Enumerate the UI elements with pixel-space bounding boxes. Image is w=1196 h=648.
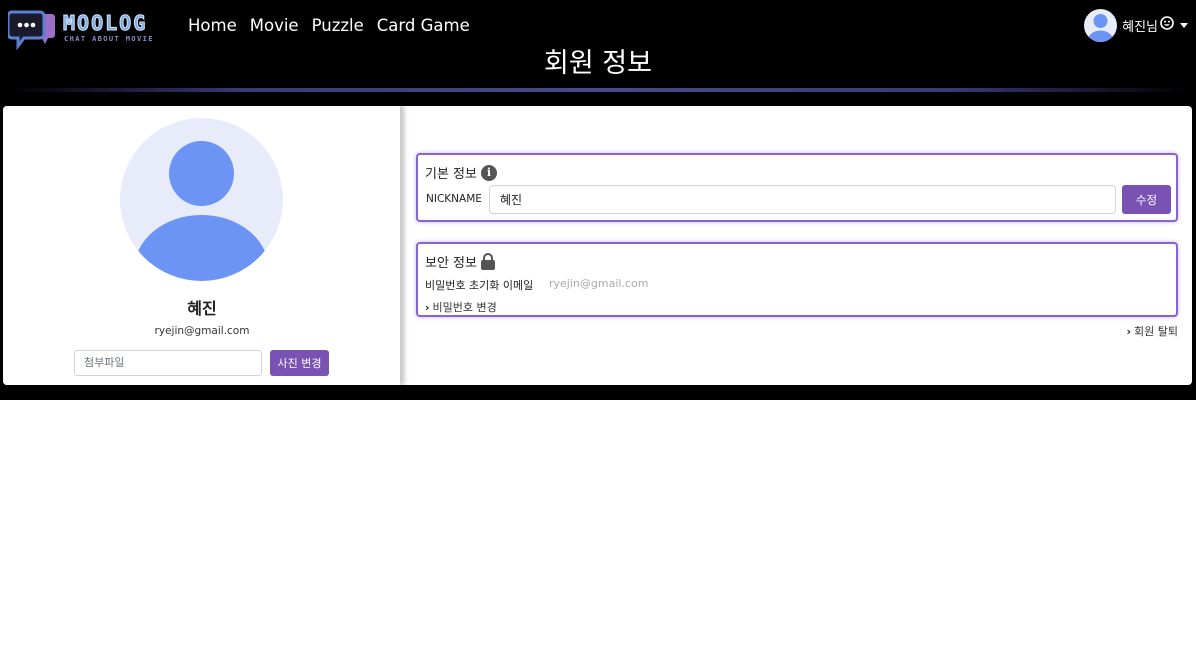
page-title: 회원 정보	[544, 48, 652, 79]
nickname-input[interactable]	[489, 185, 1116, 214]
change-photo-button[interactable]: 사진 변경	[270, 350, 329, 376]
profile-card: 혜진 ryejin@gmail.com 첨부파일 사진 변경 기본 정보 i N…	[3, 106, 1192, 385]
user-menu-dropdown[interactable]: 혜진님	[1084, 8, 1188, 42]
info-icon: i	[480, 164, 497, 181]
nav-link-puzzle[interactable]: Puzzle	[312, 15, 364, 37]
nav-link-card-game[interactable]: Card Game	[377, 15, 470, 37]
withdraw-label: 회원 탈퇴	[1134, 325, 1178, 338]
logo-title: MOOLOG	[63, 11, 148, 36]
user-name: 혜진님	[1122, 19, 1158, 35]
profile-email: ryejin@gmail.com	[154, 325, 250, 337]
reset-email-value: ryejin@gmail.com	[549, 277, 649, 290]
change-password-link[interactable]: › 비밀번호 변경	[425, 299, 497, 315]
smile-icon	[1160, 16, 1174, 34]
basic-info-section: 기본 정보 i NICKNAME 수정	[416, 153, 1178, 222]
profile-avatar	[120, 118, 283, 281]
lock-icon	[480, 253, 495, 270]
profile-panel: 혜진 ryejin@gmail.com 첨부파일 사진 변경	[3, 106, 401, 385]
app-background: MOOLOG CHAT ABOUT MOVIE Home Movie Puzzl…	[0, 0, 1196, 400]
chat-bubble-logo-icon	[6, 8, 56, 51]
nav-link-movie[interactable]: Movie	[250, 15, 299, 37]
nav-link-home[interactable]: Home	[188, 15, 237, 37]
logo-text: MOOLOG CHAT ABOUT MOVIE	[63, 11, 154, 44]
info-panel: 기본 정보 i NICKNAME 수정 보안 정보 비밀번호 초기화 이메일 r…	[402, 106, 1192, 385]
caret-down-icon	[1180, 22, 1188, 28]
navbar: MOOLOG CHAT ABOUT MOVIE Home Movie Puzzl…	[0, 0, 1196, 52]
title-divider	[6, 88, 1190, 92]
nickname-label: NICKNAME	[426, 193, 482, 205]
profile-name: 혜진	[187, 299, 217, 318]
security-info-title: 보안 정보	[425, 256, 477, 271]
logo-subtitle: CHAT ABOUT MOVIE	[64, 35, 154, 43]
nav-links: Home Movie Puzzle Card Game	[188, 15, 470, 37]
chevron-right-icon: ›	[1126, 324, 1132, 338]
file-input[interactable]: 첨부파일	[74, 350, 262, 376]
basic-info-header: 기본 정보 i	[425, 163, 497, 182]
basic-info-title: 기본 정보	[425, 167, 477, 182]
chevron-right-icon: ›	[425, 300, 430, 314]
logo[interactable]: MOOLOG CHAT ABOUT MOVIE	[6, 8, 176, 51]
reset-email-label: 비밀번호 초기화 이메일	[425, 279, 534, 292]
edit-nickname-button[interactable]: 수정	[1122, 185, 1171, 214]
security-info-header: 보안 정보	[425, 252, 495, 271]
withdraw-link[interactable]: › 회원 탈퇴	[1126, 323, 1178, 339]
change-password-label: 비밀번호 변경	[432, 301, 497, 314]
avatar	[1084, 8, 1118, 42]
avatar-head-shape	[169, 141, 234, 206]
security-info-section: 보안 정보 비밀번호 초기화 이메일 ryejin@gmail.com › 비밀…	[416, 242, 1178, 317]
avatar-body-shape	[134, 215, 269, 281]
